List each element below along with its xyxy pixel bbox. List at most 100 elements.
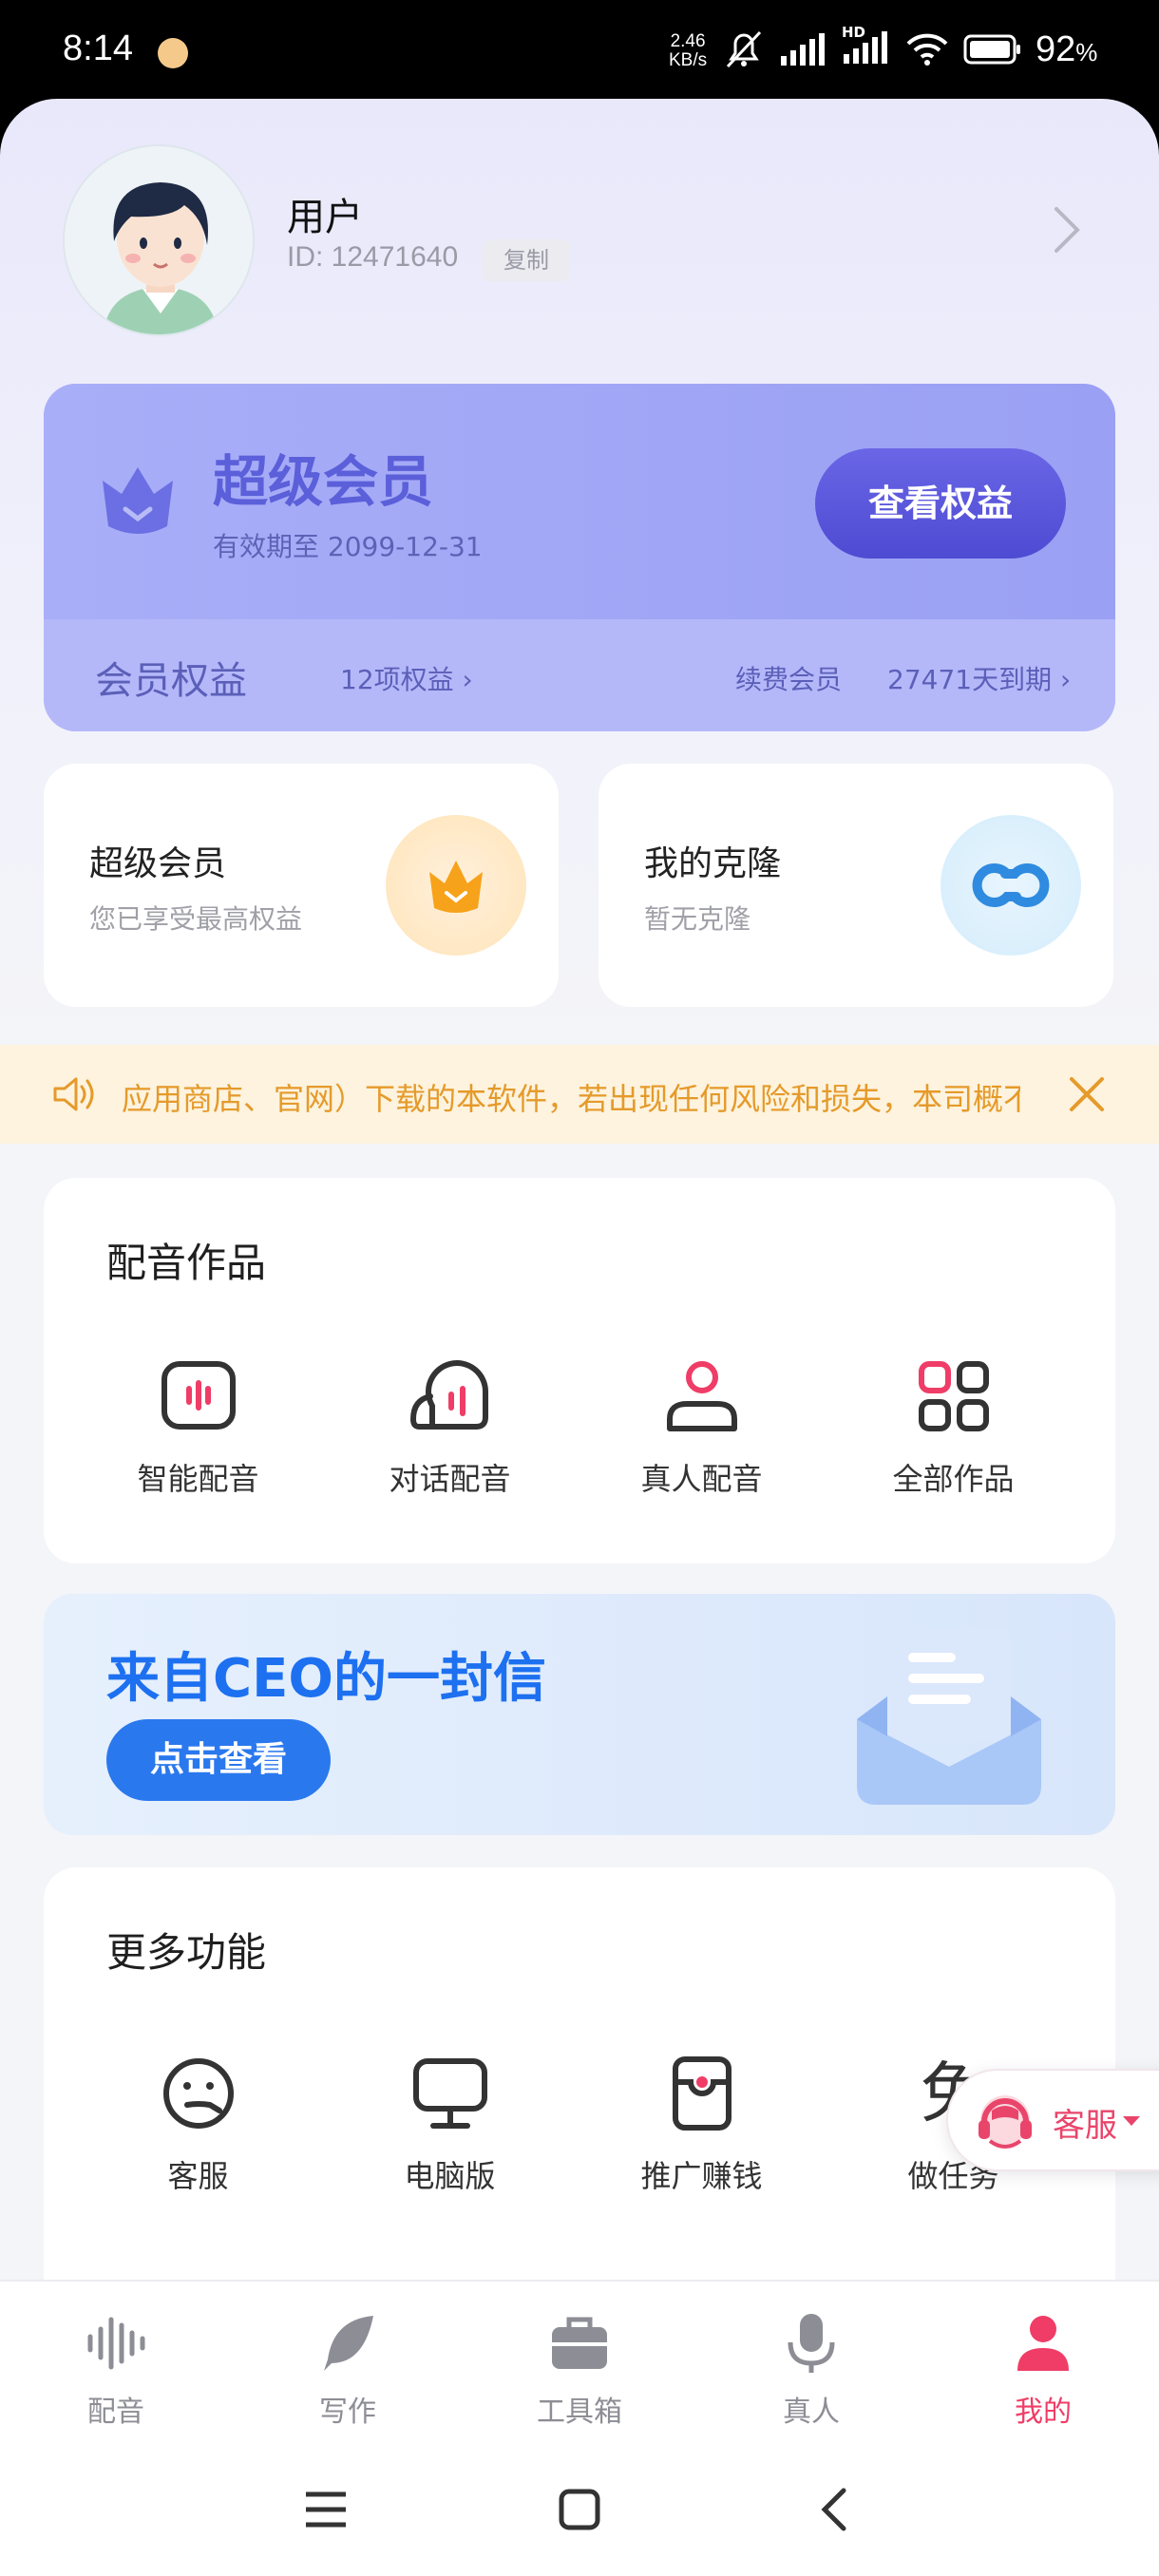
more-features-title: 更多功能 bbox=[106, 1929, 267, 1976]
avatar[interactable] bbox=[63, 144, 255, 336]
dialogue-dubbing-icon bbox=[409, 1360, 488, 1430]
notice-text: 应用商店、官网）下载的本软件，若出现任何风险和损失，本司概不 bbox=[122, 1081, 1020, 1117]
vip-rights-count-link[interactable]: 12项权益 › bbox=[340, 659, 473, 697]
chevron-right-icon: › bbox=[1059, 664, 1072, 695]
vip-days-link[interactable]: 27471天到期 › bbox=[887, 659, 1071, 697]
vip-rights-title: 会员权益 bbox=[95, 659, 247, 703]
tab-human-label: 真人 bbox=[783, 2396, 840, 2429]
chevron-right-icon: › bbox=[462, 664, 473, 695]
status-time: 8:14 bbox=[63, 28, 133, 68]
ceo-letter-title: 来自CEO的一封信 bbox=[106, 1648, 546, 1710]
battery-icon bbox=[963, 34, 1020, 65]
tab-writing-label: 写作 bbox=[319, 2396, 376, 2429]
user-id: ID: 12471640 bbox=[287, 241, 459, 273]
tab-human[interactable]: 真人 bbox=[695, 2282, 927, 2447]
speaker-icon bbox=[53, 1077, 94, 1111]
desktop-version-entry[interactable]: 电脑版 bbox=[324, 2055, 576, 2196]
back-icon[interactable] bbox=[819, 2487, 847, 2532]
dubbing-works-grid: 智能配音 对话配音 真人配音 全部作品 bbox=[72, 1358, 1144, 1499]
tab-toolbox[interactable]: 工具箱 bbox=[464, 2282, 695, 2447]
crown-icon bbox=[103, 467, 173, 534]
promote-earn-label: 推广赚钱 bbox=[640, 2158, 763, 2194]
waveform-icon bbox=[87, 2317, 145, 2370]
all-works-entry[interactable]: 全部作品 bbox=[827, 1358, 1079, 1499]
super-vip-card[interactable]: 超级会员 您已享受最高权益 bbox=[44, 764, 559, 1007]
chevron-right-icon[interactable] bbox=[1053, 205, 1081, 255]
tab-writing[interactable]: 写作 bbox=[232, 2282, 464, 2447]
floating-service-label: 客服 bbox=[1053, 2107, 1117, 2145]
close-icon[interactable] bbox=[1068, 1075, 1106, 1113]
human-dubbing-entry[interactable]: 真人配音 bbox=[576, 1358, 827, 1499]
vip-expiry: 有效期至 2099-12-31 bbox=[213, 531, 483, 562]
profile-page: 用户 ID: 12471640 复制 超级会员 有效期至 2099-12-31 … bbox=[0, 99, 1159, 2576]
vip-title: 超级会员 bbox=[213, 449, 434, 514]
status-icons: HD 92% bbox=[722, 24, 1097, 70]
status-bar: 8:14 2.46 KB/s HD 92% bbox=[0, 0, 1159, 106]
ceo-letter-banner[interactable]: 来自CEO的一封信 点击查看 bbox=[44, 1594, 1115, 1835]
all-works-icon bbox=[918, 1361, 989, 1431]
renew-vip-link[interactable]: 续费会员 bbox=[735, 659, 842, 697]
desktop-version-label: 电脑版 bbox=[404, 2158, 496, 2194]
human-dubbing-icon bbox=[666, 1361, 737, 1431]
vip-days-label: 27471天到期 bbox=[887, 664, 1053, 695]
vip-rights-count-label: 12项权益 bbox=[340, 664, 454, 695]
signal-hd: HD bbox=[842, 24, 891, 67]
hd-label: HD bbox=[842, 24, 866, 41]
toolbox-icon bbox=[552, 2317, 607, 2369]
human-dubbing-label: 真人配音 bbox=[640, 1461, 763, 1497]
microphone-icon bbox=[788, 2314, 835, 2373]
envelope-icon bbox=[857, 1628, 1041, 1805]
promote-earn-icon bbox=[672, 2056, 732, 2131]
my-clone-card-title: 我的克隆 bbox=[644, 844, 782, 883]
crown-icon bbox=[386, 815, 526, 956]
battery-unit: % bbox=[1075, 37, 1098, 66]
battery-value: 92 bbox=[1036, 28, 1076, 69]
smart-dubbing-icon bbox=[161, 1361, 236, 1430]
view-letter-button[interactable]: 点击查看 bbox=[106, 1719, 331, 1801]
wifi-icon bbox=[906, 33, 948, 66]
smart-dubbing-label: 智能配音 bbox=[137, 1461, 259, 1497]
customer-service-entry[interactable]: 客服 bbox=[72, 2055, 324, 2196]
my-clone-card-subtitle: 暂无克隆 bbox=[644, 903, 751, 935]
customer-service-icon bbox=[162, 2058, 234, 2129]
clone-link-icon bbox=[940, 815, 1081, 956]
customer-service-label: 客服 bbox=[167, 2158, 229, 2194]
super-vip-card-subtitle: 您已享受最高权益 bbox=[89, 903, 303, 935]
home-square-icon[interactable] bbox=[559, 2489, 600, 2530]
dubbing-works-section: 配音作品 智能配音 对话配音 真人配音 全部作品 bbox=[44, 1178, 1115, 1563]
smart-dubbing-entry[interactable]: 智能配音 bbox=[72, 1358, 324, 1499]
dubbing-works-title: 配音作品 bbox=[106, 1240, 267, 1286]
feather-icon bbox=[324, 2316, 373, 2371]
vip-card[interactable]: 超级会员 有效期至 2099-12-31 查看权益 会员权益 12项权益 › 续… bbox=[44, 384, 1115, 731]
network-speed-unit: KB/s bbox=[669, 50, 708, 70]
promote-earn-entry[interactable]: 推广赚钱 bbox=[576, 2055, 827, 2196]
menu-icon[interactable] bbox=[304, 2491, 348, 2529]
battery-percent: 92% bbox=[1036, 29, 1097, 70]
view-rights-button[interactable]: 查看权益 bbox=[815, 448, 1066, 559]
floating-service-button[interactable]: 客服 bbox=[946, 2069, 1159, 2171]
network-speed: 2.46 KB/s bbox=[669, 32, 707, 70]
dialogue-dubbing-label: 对话配音 bbox=[389, 1461, 511, 1497]
my-clone-card[interactable]: 我的克隆 暂无克隆 bbox=[598, 764, 1113, 1007]
tab-dubbing[interactable]: 配音 bbox=[0, 2282, 232, 2447]
mute-bell-icon bbox=[726, 30, 762, 68]
tab-dubbing-label: 配音 bbox=[87, 2396, 144, 2429]
desktop-icon bbox=[412, 2058, 487, 2129]
all-works-label: 全部作品 bbox=[892, 1461, 1015, 1497]
headset-agent-icon bbox=[978, 2095, 1032, 2149]
tab-mine-label: 我的 bbox=[1015, 2396, 1072, 2429]
avatar-illustration bbox=[65, 146, 253, 334]
person-icon bbox=[1017, 2316, 1069, 2371]
dialogue-dubbing-entry[interactable]: 对话配音 bbox=[324, 1358, 576, 1499]
caret-down-icon bbox=[1123, 2116, 1140, 2126]
super-vip-card-title: 超级会员 bbox=[89, 844, 227, 883]
notice-bar: 应用商店、官网）下载的本软件，若出现任何风险和损失，本司概不 bbox=[0, 1045, 1159, 1144]
network-speed-value: 2.46 bbox=[670, 31, 706, 51]
system-navigation-bar bbox=[0, 2447, 1159, 2576]
tab-mine[interactable]: 我的 bbox=[927, 2282, 1159, 2447]
username: 用户 bbox=[287, 196, 363, 239]
tab-toolbox-label: 工具箱 bbox=[537, 2396, 622, 2429]
copy-id-button[interactable]: 复制 bbox=[483, 239, 570, 281]
signal-icon bbox=[781, 33, 825, 66]
message-notification-icon bbox=[158, 38, 188, 68]
